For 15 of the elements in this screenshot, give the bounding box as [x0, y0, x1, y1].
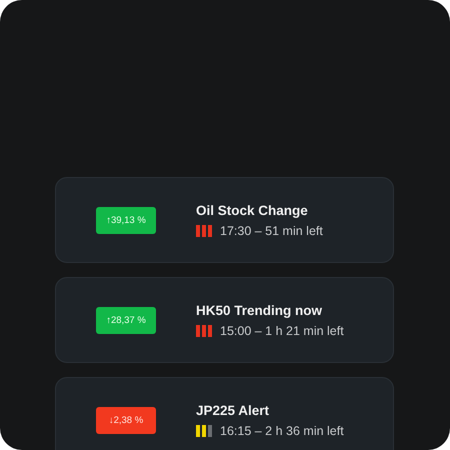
- alert-title: JP225 Alert: [196, 402, 270, 418]
- time-left: 15:00 – 1 h 21 min left: [220, 324, 344, 338]
- change-badge: ↓2,38 %: [96, 406, 156, 434]
- time-left: 17:30 – 51 min left: [220, 224, 323, 238]
- alert-title: Oil Stock Change: [196, 202, 309, 218]
- alert-card[interactable]: ↑39,13 % Oil Stock Change 17:30 – 51 min left: [55, 177, 394, 263]
- alert-title: HK50 Trending now: [196, 302, 324, 318]
- priority-meter: [196, 424, 212, 436]
- priority-meter: [196, 224, 212, 236]
- change-badge: ↑39,13 %: [96, 206, 156, 234]
- time-left: 16:15 – 2 h 36 min left: [220, 424, 344, 438]
- change-badge: ↑28,37 %: [96, 306, 156, 334]
- priority-meter: [196, 324, 212, 336]
- alert-card[interactable]: ↑28,37 % HK50 Trending now 15:00 – 1 h 21 min left: [55, 277, 394, 363]
- alert-card[interactable]: ↓2,38 % JP225 Alert 16:15 – 2 h 36 min left: [55, 377, 394, 450]
